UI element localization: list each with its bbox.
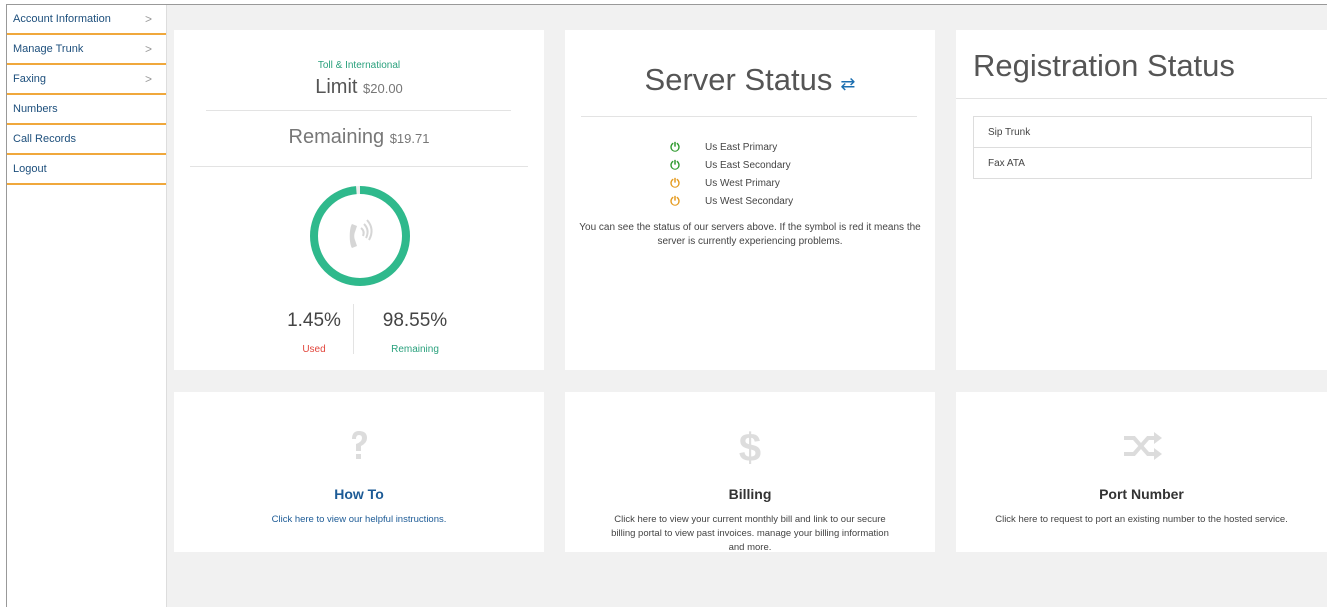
billing-tile[interactable]: $ Billing Click here to view your curren… xyxy=(565,392,935,553)
sidebar-item-faxing[interactable]: Faxing > xyxy=(7,65,166,95)
sidebar-item-label: Manage Trunk xyxy=(13,43,84,55)
limit-label: Limit xyxy=(315,76,358,98)
limit-display: Limit $20.00 xyxy=(174,76,544,99)
server-status-note: You can see the status of our servers ab… xyxy=(579,222,921,247)
used-stat: 1.45% Used xyxy=(274,310,354,355)
registration-item-fax-ata[interactable]: Fax ATA xyxy=(974,147,1311,178)
server-row: ⏻ Us West Primary xyxy=(645,174,793,192)
sidebar: Account Information > Manage Trunk > Fax… xyxy=(7,5,167,607)
registration-status-title: Registration Status xyxy=(973,48,1235,83)
sidebar-item-label: Faxing xyxy=(13,73,47,85)
power-icon: ⏻ xyxy=(670,157,680,172)
usage-caption: Toll & International xyxy=(317,60,401,71)
sidebar-item-label: Account Information xyxy=(13,13,111,25)
server-row: ⏻ Us West Secondary xyxy=(645,192,793,210)
sidebar-item-logout[interactable]: Logout xyxy=(7,155,166,185)
divider xyxy=(956,98,1327,99)
page-title: Server Status xyxy=(644,62,833,97)
limit-amount: $20.00 xyxy=(363,81,403,96)
remaining-amount: $19.71 xyxy=(389,131,430,146)
used-label: Used xyxy=(302,344,326,355)
dashboard-main: Toll & International Limit $20.00 Remain… xyxy=(167,5,1327,607)
server-name: Us West Secondary xyxy=(705,195,794,207)
usage-card: Toll & International Limit $20.00 Remain… xyxy=(174,30,544,370)
divider xyxy=(190,166,528,167)
chevron-right-icon: > xyxy=(144,12,152,26)
how-to-tile[interactable]: How To Click here to view our helpful in… xyxy=(174,392,544,552)
chevron-right-icon: > xyxy=(144,42,152,56)
shuffle-icon xyxy=(956,426,1327,471)
port-number-title[interactable]: Port Number xyxy=(956,486,1327,502)
registration-item-sip-trunk[interactable]: Sip Trunk xyxy=(974,117,1311,147)
chevron-right-icon: > xyxy=(144,72,152,86)
sidebar-item-call-records[interactable]: Call Records xyxy=(7,125,166,155)
sidebar-item-label: Call Records xyxy=(13,133,76,145)
used-percent: 1.45% xyxy=(287,310,341,331)
sidebar-item-numbers[interactable]: Numbers xyxy=(7,95,166,125)
sidebar-item-label: Logout xyxy=(13,163,47,175)
usage-percent-row: 1.45% Used 98.55% Remaining xyxy=(174,310,544,380)
billing-title[interactable]: Billing xyxy=(565,486,935,502)
server-status-card: Server Status ⇄ ⏻ Us East Primary ⏻ Us Ea… xyxy=(565,30,935,370)
server-list: ⏻ Us East Primary ⏻ Us East Secondary ⏻ … xyxy=(645,138,793,210)
server-row: ⏻ Us East Secondary xyxy=(645,156,793,174)
refresh-icon[interactable]: ⇄ xyxy=(840,74,855,94)
server-row: ⏻ Us East Primary xyxy=(645,138,793,156)
remaining-stat: 98.55% Remaining xyxy=(370,310,460,355)
server-name: Us East Primary xyxy=(705,141,778,153)
power-icon: ⏻ xyxy=(670,193,680,208)
port-number-description: Click here to request to port an existin… xyxy=(995,514,1288,525)
remaining-display: Remaining $19.71 xyxy=(174,126,544,149)
divider xyxy=(581,116,917,117)
remaining-percent: 98.55% xyxy=(382,310,448,331)
server-name: Us West Primary xyxy=(705,177,780,189)
dollar-icon: $ xyxy=(738,426,762,470)
remaining-percent-label: Remaining xyxy=(391,344,439,355)
billing-description: Click here to view your current monthly … xyxy=(611,514,889,553)
port-number-tile[interactable]: Port Number Click here to request to por… xyxy=(956,392,1327,552)
power-icon: ⏻ xyxy=(670,175,680,190)
remaining-label: Remaining xyxy=(288,126,385,148)
usage-ring-remaining xyxy=(310,186,410,286)
how-to-description[interactable]: Click here to view our helpful instructi… xyxy=(174,513,544,527)
power-icon: ⏻ xyxy=(670,139,680,154)
how-to-title[interactable]: How To xyxy=(174,486,544,502)
sidebar-item-manage-trunk[interactable]: Manage Trunk > xyxy=(7,35,166,65)
server-name: Us East Secondary xyxy=(705,159,791,171)
usage-ring xyxy=(310,186,410,286)
question-icon xyxy=(174,426,544,471)
divider xyxy=(206,110,511,111)
sidebar-item-label: Numbers xyxy=(13,103,58,115)
phone-ringing-icon xyxy=(349,219,373,248)
sidebar-item-account-information[interactable]: Account Information > xyxy=(7,5,166,35)
registration-list: Sip Trunk Fax ATA xyxy=(973,116,1312,179)
registration-status-card: Registration Status Sip Trunk Fax ATA xyxy=(956,30,1327,370)
server-status-title: Server Status ⇄ xyxy=(565,62,935,98)
